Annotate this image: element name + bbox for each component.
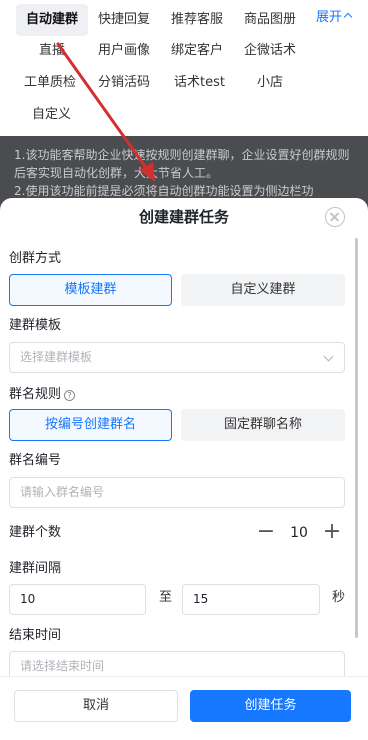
naming-label: 群名规则 bbox=[9, 387, 62, 402]
group-number-input[interactable]: 请输入群名编号 bbox=[9, 477, 345, 508]
nav-item-shop[interactable]: 小店 bbox=[257, 73, 283, 93]
nav-item-product-album[interactable]: 商品图册 bbox=[244, 10, 296, 30]
dialog-scrollbar[interactable] bbox=[355, 238, 358, 638]
feature-description: 1.该功能客帮助企业快速按规则创建群聊，企业设置好创群规则后客实现自动化创群，大… bbox=[14, 146, 354, 200]
nav-item-bind-customer[interactable]: 绑定客户 bbox=[171, 41, 223, 61]
nav-item-custom[interactable]: 自定义 bbox=[32, 105, 71, 125]
count-stepper: − 10 + bbox=[254, 518, 346, 548]
end-time-label: 结束时间 bbox=[9, 628, 62, 643]
nav-item-recommend-service[interactable]: 推荐客服 bbox=[171, 10, 223, 30]
increment-button[interactable]: + bbox=[320, 518, 344, 548]
chevron-up-icon bbox=[343, 12, 353, 22]
naming-fixed-option[interactable]: 固定群聊名称 bbox=[181, 409, 345, 441]
nav-item-user-profile[interactable]: 用户画像 bbox=[98, 41, 150, 61]
nav-item-ticket-qc[interactable]: 工单质检 bbox=[24, 73, 76, 93]
method-label: 创群方式 bbox=[9, 251, 62, 266]
nav-item-auto-group[interactable]: 自动建群 bbox=[16, 4, 89, 36]
template-label: 建群模板 bbox=[9, 318, 62, 333]
description-line-1: 1.该功能客帮助企业快速按规则创建群聊，企业设置好创群规则后客实现自动化创群，大… bbox=[14, 148, 350, 180]
nav-item-quick-reply[interactable]: 快捷回复 bbox=[98, 10, 150, 30]
decrement-button[interactable]: − bbox=[254, 518, 278, 548]
interval-label: 建群间隔 bbox=[9, 561, 62, 576]
naming-label-row: 群名规则? bbox=[9, 385, 76, 405]
method-template-option[interactable]: 模板建群 bbox=[9, 274, 172, 306]
count-value[interactable]: 10 bbox=[284, 518, 314, 548]
expand-toggle[interactable]: 展开 bbox=[316, 8, 353, 28]
template-placeholder: 选择建群模板 bbox=[20, 350, 93, 364]
naming-by-number-option[interactable]: 按编号创建群名 bbox=[9, 409, 172, 441]
cancel-button[interactable]: 取消 bbox=[14, 690, 178, 722]
nav-item-wecom-script[interactable]: 企微话术 bbox=[244, 41, 296, 61]
nav-item-script-test[interactable]: 话术test bbox=[174, 73, 225, 93]
chevron-down-icon bbox=[323, 351, 334, 362]
nav-item-distribution-code[interactable]: 分销活码 bbox=[98, 73, 150, 93]
dialog-title: 创建建群任务 bbox=[138, 208, 229, 226]
create-task-button[interactable]: 创建任务 bbox=[190, 690, 351, 722]
method-custom-option[interactable]: 自定义建群 bbox=[181, 274, 345, 306]
template-select[interactable]: 选择建群模板 bbox=[9, 342, 345, 373]
count-label: 建群个数 bbox=[9, 525, 62, 540]
expand-label: 展开 bbox=[316, 10, 343, 25]
interval-to-word: 至 bbox=[159, 590, 173, 605]
number-label: 群名编号 bbox=[9, 453, 62, 468]
interval-unit: 秒 bbox=[332, 590, 346, 605]
interval-from-input[interactable]: 10 bbox=[9, 584, 146, 615]
nav-item-live[interactable]: 直播 bbox=[39, 41, 65, 61]
interval-to-input[interactable]: 15 bbox=[182, 584, 320, 615]
close-icon[interactable] bbox=[325, 207, 345, 227]
help-icon[interactable]: ? bbox=[64, 390, 76, 401]
feature-nav: 自动建群 快捷回复 推荐客服 商品图册 展开 直播 用户画像 绑定客户 企微话术… bbox=[0, 0, 368, 136]
